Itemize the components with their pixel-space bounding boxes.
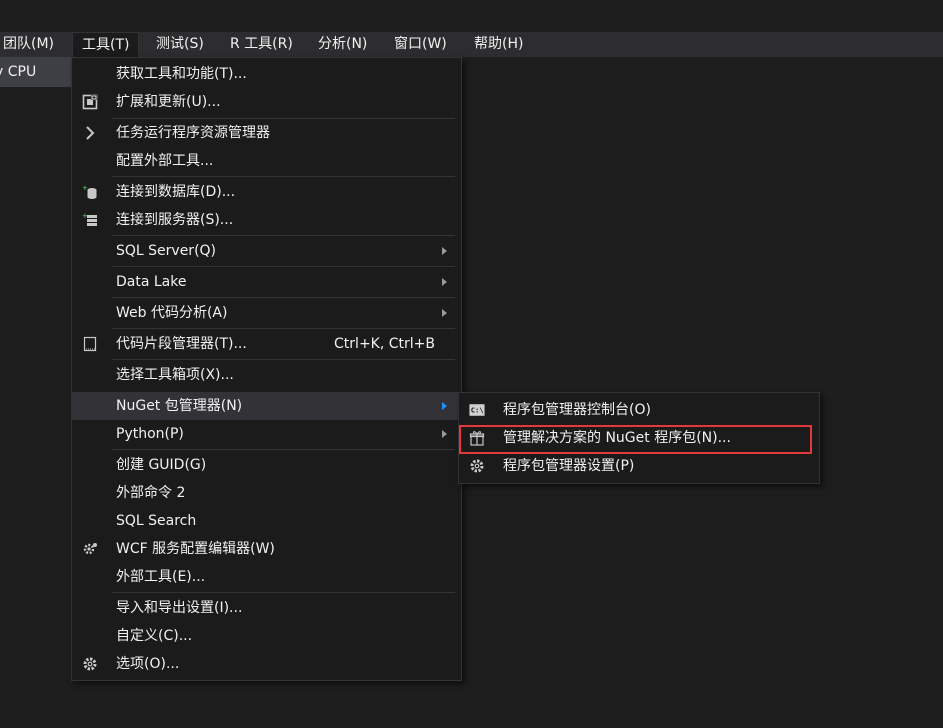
platform-label: y CPU [0,64,37,80]
menu-item-web-code-analysis[interactable]: Web 代码分析(A) [72,299,461,327]
menu-item-external-tools[interactable]: 外部工具(E)... [72,563,461,591]
separator [112,176,455,177]
menu-item-label: 外部命令 2 [116,485,186,501]
menu-item-extensions[interactable]: 扩展和更新(U)... [72,88,461,116]
menu-item-task-runner[interactable]: 任务运行程序资源管理器 [72,119,461,147]
submenu-arrow-icon [442,430,447,438]
menu-item-label: 创建 GUID(G) [116,457,207,473]
separator [112,235,455,236]
submenu-arrow-icon [442,402,447,410]
menu-item-label: Python(P) [116,426,184,442]
menu-item-label: Web 代码分析(A) [116,305,228,321]
separator [112,449,455,450]
menu-item-customize[interactable]: 自定义(C)... [72,622,461,650]
menu-item-connect-database[interactable]: + 连接到数据库(D)... [72,178,461,206]
extensions-icon [82,94,98,110]
menu-r-tools[interactable]: R 工具(R) [221,32,302,57]
menu-item-label: SQL Search [116,513,197,529]
menu-item-label: 代码片段管理器(T)... [116,336,247,352]
menu-item-create-guid[interactable]: 创建 GUID(G) [72,451,461,479]
menu-item-wcf-editor[interactable]: WCF 服务配置编辑器(W) [72,535,461,563]
menu-item-connect-server[interactable]: + 连接到服务器(S)... [72,206,461,234]
tools-menu: 获取工具和功能(T)... 扩展和更新(U)... 任务运行程序资源管理器 配置… [71,57,462,681]
menu-item-label: 选择工具箱项(X)... [116,367,234,383]
console-icon: C:\ [469,402,485,418]
snippet-icon [82,336,98,352]
menu-item-label: 任务运行程序资源管理器 [116,125,270,141]
menu-item-label: WCF 服务配置编辑器(W) [116,541,275,557]
menu-item-label: 扩展和更新(U)... [116,94,221,110]
menu-bar: 团队(M) 工具(T) 测试(S) R 工具(R) 分析(N) 窗口(W) 帮助… [0,32,943,57]
gear-icon [82,656,98,672]
menu-tools[interactable]: 工具(T) [72,32,140,57]
menu-item-get-tools[interactable]: 获取工具和功能(T)... [72,60,461,88]
database-connect-icon: + [82,184,98,200]
menu-item-python[interactable]: Python(P) [72,420,461,448]
menu-item-label: 程序包管理器控制台(O) [503,402,651,418]
menu-team[interactable]: 团队(M) [0,32,63,57]
menu-item-snippet-manager[interactable]: 代码片段管理器(T)... Ctrl+K, Ctrl+B [72,330,461,358]
menu-item-external-command-2[interactable]: 外部命令 2 [72,479,461,507]
platform-combo[interactable]: y CPU [0,57,72,87]
menu-item-data-lake[interactable]: Data Lake [72,268,461,296]
menu-item-package-console[interactable]: C:\ 程序包管理器控制台(O) [459,396,819,424]
menu-item-package-settings[interactable]: 程序包管理器设置(P) [459,452,819,480]
submenu-arrow-icon [442,278,447,286]
menu-item-label: Data Lake [116,274,187,290]
menu-item-label: 自定义(C)... [116,628,193,644]
gear-icon [469,458,485,474]
menu-item-label: 连接到服务器(S)... [116,212,234,228]
separator [112,359,455,360]
menu-analyze[interactable]: 分析(N) [309,32,376,57]
server-connect-icon: + [82,212,98,228]
submenu-arrow-icon [442,247,447,255]
svg-text:+: + [82,184,88,192]
menu-item-label: 选项(O)... [116,656,180,672]
menu-item-shortcut: Ctrl+K, Ctrl+B [334,336,435,352]
menu-item-label: 外部工具(E)... [116,569,206,585]
menu-test[interactable]: 测试(S) [147,32,213,57]
menu-item-label: 获取工具和功能(T)... [116,66,247,82]
menu-item-import-export[interactable]: 导入和导出设置(I)... [72,594,461,622]
menu-item-toolbox-items[interactable]: 选择工具箱项(X)... [72,361,461,389]
menu-item-external-tools-config[interactable]: 配置外部工具... [72,147,461,175]
menu-item-label: 连接到数据库(D)... [116,184,236,200]
submenu-arrow-icon [442,309,447,317]
separator [112,328,455,329]
wcf-gear-icon [82,541,98,557]
menu-item-options[interactable]: 选项(O)... [72,650,461,678]
menu-item-label: NuGet 包管理器(N) [116,398,243,414]
separator [112,266,455,267]
menu-item-sql-search[interactable]: SQL Search [72,507,461,535]
svg-text:C:\: C:\ [471,406,484,415]
menu-help[interactable]: 帮助(H) [465,32,532,57]
menu-item-nuget[interactable]: NuGet 包管理器(N) [72,392,461,420]
menu-item-label: 程序包管理器设置(P) [503,458,635,474]
menu-item-sql-server[interactable]: SQL Server(Q) [72,237,461,265]
menu-window[interactable]: 窗口(W) [385,32,456,57]
menu-item-label: 导入和导出设置(I)... [116,600,243,616]
menu-item-label: 配置外部工具... [116,153,214,169]
menu-item-label: SQL Server(Q) [116,243,217,259]
separator [112,297,455,298]
highlight-annotation-box [459,425,812,454]
chevron-right-icon [82,125,98,141]
separator [112,592,455,593]
